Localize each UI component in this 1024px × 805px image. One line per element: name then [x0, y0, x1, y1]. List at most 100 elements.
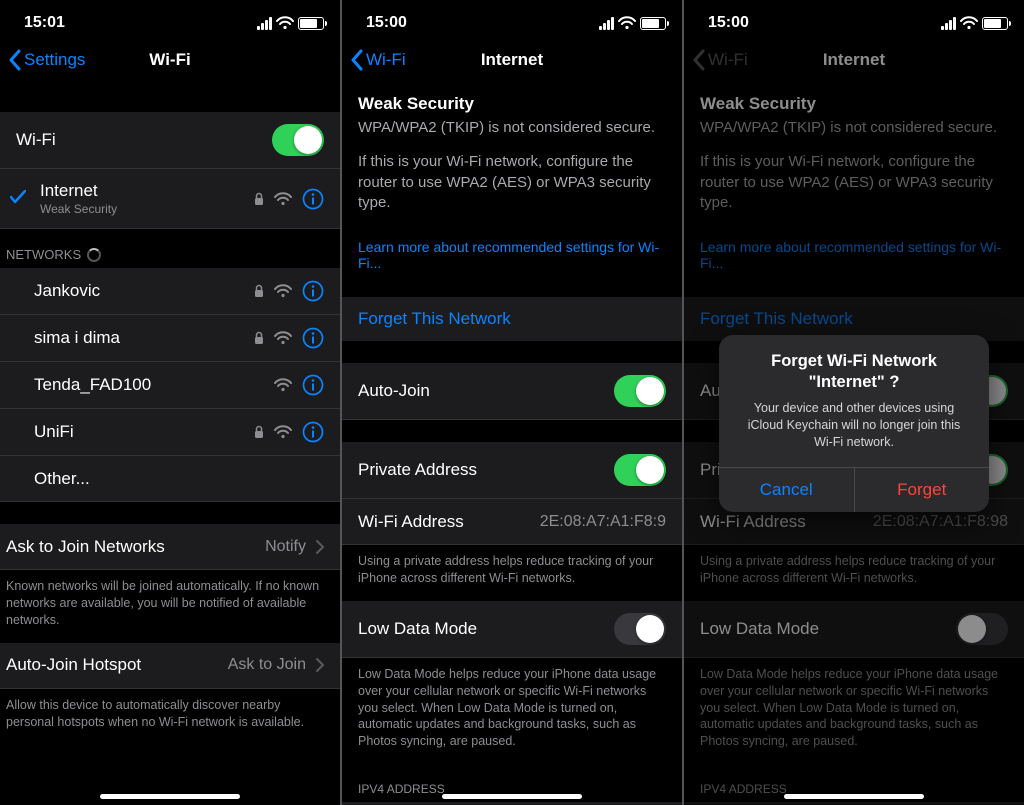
content: Weak Security WPA/WPA2 (TKIP) is not con…	[342, 82, 682, 805]
weak-security-title: Weak Security	[358, 94, 666, 114]
cellular-icon	[599, 17, 614, 30]
network-row[interactable]: Jankovic	[0, 268, 340, 315]
alert-forget-button[interactable]: Forget	[854, 468, 990, 512]
forget-network-button[interactable]: Forget This Network	[342, 297, 682, 341]
wifi-address-label: Wi-Fi Address	[700, 512, 806, 532]
status-bar: 15:01	[0, 0, 340, 38]
screen-wifi-list: 15:01 Settings Wi-Fi Wi-Fi Internet Weak…	[0, 0, 340, 805]
wifi-icon	[274, 192, 292, 206]
network-name: Tenda_FAD100	[34, 375, 151, 395]
ask-footer: Known networks will be joined automatica…	[0, 570, 340, 643]
connected-network-sub: Weak Security	[40, 202, 117, 216]
weak-security-block: Weak Security WPA/WPA2 (TKIP) is not con…	[684, 82, 1024, 213]
wifi-toggle-label: Wi-Fi	[16, 130, 56, 150]
auto-join-row[interactable]: Auto-Join	[342, 363, 682, 420]
networks-header: NETWORKS	[0, 229, 340, 268]
weak-security-body2: If this is your Wi-Fi network, configure…	[358, 152, 666, 213]
status-indicators	[257, 16, 324, 30]
nav-title: Internet	[481, 50, 543, 70]
connected-network-row[interactable]: Internet Weak Security	[0, 169, 340, 229]
network-name: sima i dima	[34, 328, 120, 348]
nav-bar: Wi-Fi Internet	[684, 38, 1024, 82]
private-address-footer: Using a private address helps reduce tra…	[684, 545, 1024, 601]
wifi-toggle[interactable]	[272, 124, 324, 156]
private-address-label: Private Address	[358, 460, 477, 480]
ask-value: Notify	[265, 538, 306, 556]
network-name: Other...	[34, 469, 90, 489]
cellular-icon	[941, 17, 956, 30]
home-indicator[interactable]	[442, 794, 582, 799]
nav-title: Internet	[823, 50, 885, 70]
back-label: Wi-Fi	[708, 50, 748, 70]
status-time: 15:00	[366, 14, 407, 32]
network-other-row[interactable]: Other...	[0, 456, 340, 502]
status-bar: 15:00	[342, 0, 682, 38]
screen-network-detail: 15:00 Wi-Fi Internet Weak Security WPA/W…	[342, 0, 682, 805]
alert-message: Your device and other devices using iClo…	[719, 396, 989, 467]
chevron-right-icon	[316, 540, 324, 554]
connected-network-name: Internet	[40, 181, 98, 201]
ask-label: Ask to Join Networks	[6, 537, 165, 557]
low-data-label: Low Data Mode	[700, 619, 819, 639]
network-row[interactable]: Tenda_FAD100	[0, 362, 340, 409]
spinner-icon	[87, 248, 101, 262]
status-indicators	[599, 16, 666, 30]
learn-more-link: Learn more about recommended settings fo…	[684, 227, 1024, 283]
screen-forget-alert: 15:00 Wi-Fi Internet Weak Security WPA/W…	[684, 0, 1024, 805]
network-row[interactable]: UniFi	[0, 409, 340, 456]
ask-to-join-row[interactable]: Ask to Join Networks Notify	[0, 524, 340, 570]
info-icon[interactable]	[302, 327, 324, 349]
private-address-toggle[interactable]	[614, 454, 666, 486]
wifi-icon	[274, 284, 292, 298]
hotspot-label: Auto-Join Hotspot	[6, 655, 141, 675]
auto-join-toggle[interactable]	[614, 375, 666, 407]
weak-security-title: Weak Security	[700, 94, 1008, 114]
chevron-left-icon	[692, 49, 706, 71]
auto-join-label: Auto-Join	[358, 381, 430, 401]
chevron-left-icon	[350, 49, 364, 71]
hotspot-value: Ask to Join	[228, 656, 306, 674]
forget-alert: Forget Wi-Fi Network "Internet" ? Your d…	[719, 335, 989, 512]
wifi-address-row: Wi-Fi Address 2E:08:A7:A1:F8:9	[342, 499, 682, 545]
info-icon[interactable]	[302, 188, 324, 210]
low-data-label: Low Data Mode	[358, 619, 477, 639]
home-indicator[interactable]	[100, 794, 240, 799]
battery-icon	[982, 17, 1008, 30]
alert-cancel-button[interactable]: Cancel	[719, 468, 854, 512]
low-data-mode-row: Low Data Mode	[684, 601, 1024, 658]
network-row[interactable]: sima i dima	[0, 315, 340, 362]
wifi-status-icon	[618, 16, 636, 30]
back-button[interactable]: Settings	[8, 49, 85, 71]
wifi-icon	[274, 331, 292, 345]
wifi-status-icon	[276, 16, 294, 30]
auto-join-hotspot-row[interactable]: Auto-Join Hotspot Ask to Join	[0, 643, 340, 689]
status-bar: 15:00	[684, 0, 1024, 38]
weak-security-body1: WPA/WPA2 (TKIP) is not considered secure…	[700, 118, 1008, 138]
battery-icon	[298, 17, 324, 30]
hotspot-footer: Allow this device to automatically disco…	[0, 689, 340, 745]
nav-title: Wi-Fi	[149, 50, 190, 70]
learn-more-link[interactable]: Learn more about recommended settings fo…	[342, 227, 682, 283]
check-icon	[10, 189, 26, 209]
low-data-toggle[interactable]	[614, 613, 666, 645]
info-icon[interactable]	[302, 421, 324, 443]
info-icon[interactable]	[302, 374, 324, 396]
info-icon[interactable]	[302, 280, 324, 302]
weak-security-block: Weak Security WPA/WPA2 (TKIP) is not con…	[342, 82, 682, 213]
wifi-address-value: 2E:08:A7:A1:F8:98	[873, 513, 1008, 531]
private-address-row[interactable]: Private Address	[342, 442, 682, 499]
wifi-toggle-row[interactable]: Wi-Fi	[0, 112, 340, 169]
back-button[interactable]: Wi-Fi	[350, 49, 406, 71]
chevron-right-icon	[316, 658, 324, 672]
lock-icon	[254, 192, 264, 206]
wifi-icon	[274, 425, 292, 439]
lock-icon	[254, 331, 264, 345]
status-time: 15:01	[24, 14, 65, 32]
network-name: Jankovic	[34, 281, 100, 301]
home-indicator[interactable]	[784, 794, 924, 799]
nav-bar: Wi-Fi Internet	[342, 38, 682, 82]
network-name: UniFi	[34, 422, 74, 442]
low-data-mode-row[interactable]: Low Data Mode	[342, 601, 682, 658]
battery-icon	[640, 17, 666, 30]
low-data-toggle	[956, 613, 1008, 645]
